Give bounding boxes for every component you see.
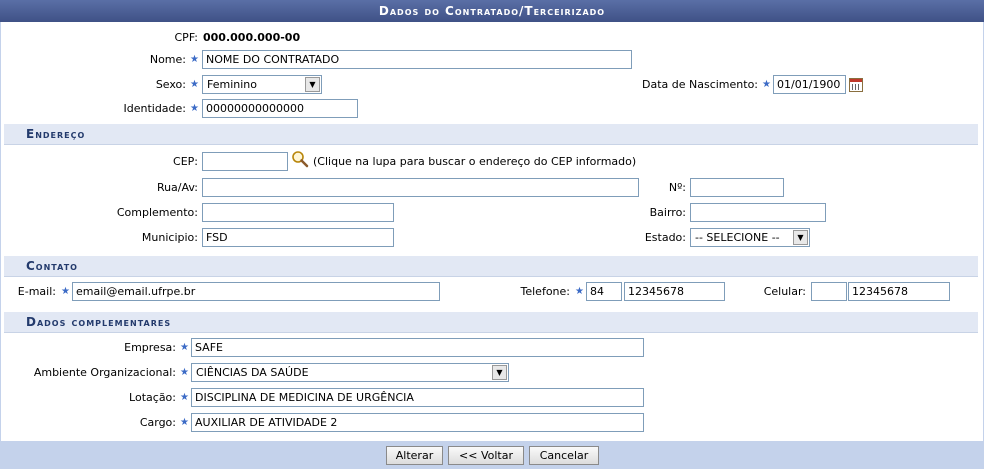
required-star-icon: ★ xyxy=(180,392,189,403)
cep-input[interactable] xyxy=(202,152,288,171)
municipio-input[interactable] xyxy=(202,228,394,247)
required-star-icon: ★ xyxy=(61,286,70,297)
rua-label: Rua/Av: xyxy=(156,181,198,194)
estado-select[interactable]: -- SELECIONE -- ▼ xyxy=(690,228,810,247)
bairro-input[interactable] xyxy=(690,203,826,222)
nascimento-input[interactable] xyxy=(773,75,846,94)
magnifier-icon[interactable] xyxy=(291,150,309,168)
required-star-icon: ★ xyxy=(762,79,771,90)
lotacao-label: Lotação: xyxy=(129,391,176,404)
lotacao-input[interactable] xyxy=(191,388,644,407)
celular-numero-input[interactable] xyxy=(848,282,950,301)
required-star-icon: ★ xyxy=(180,367,189,378)
section-contato: Contato xyxy=(4,256,978,277)
ambiente-label: Ambiente Organizacional: xyxy=(33,366,176,379)
section-dados-complementares: Dados complementares xyxy=(4,312,978,333)
email-label: E-mail: xyxy=(17,285,56,298)
required-star-icon: ★ xyxy=(575,286,584,297)
required-star-icon: ★ xyxy=(190,54,199,65)
numero-label: Nº: xyxy=(668,181,686,194)
empresa-label: Empresa: xyxy=(124,341,176,354)
required-star-icon: ★ xyxy=(190,79,199,90)
estado-selected: -- SELECIONE -- xyxy=(695,231,780,244)
nome-label: Nome: xyxy=(149,53,186,66)
ambiente-select[interactable]: CIÊNCIAS DA SAÚDE ▼ xyxy=(191,363,509,382)
cpf-value: 000.000.000-00 xyxy=(203,31,301,44)
sexo-label: Sexo: xyxy=(155,78,186,91)
telefone-numero-input[interactable] xyxy=(624,282,725,301)
estado-label: Estado: xyxy=(644,231,686,244)
complemento-label: Complemento: xyxy=(116,206,198,219)
required-star-icon: ★ xyxy=(180,342,189,353)
form-title: Dados do Contratado/Terceirizado xyxy=(0,0,984,22)
cep-label: CEP: xyxy=(173,155,198,168)
cep-hint: (Clique na lupa para buscar o endereço d… xyxy=(313,155,637,168)
identidade-label: Identidade: xyxy=(123,102,186,115)
cargo-input[interactable] xyxy=(191,413,644,432)
nome-input[interactable] xyxy=(202,50,632,69)
numero-input[interactable] xyxy=(690,178,784,197)
section-endereco: Endereço xyxy=(4,124,978,145)
chevron-down-icon[interactable]: ▼ xyxy=(492,365,507,380)
required-star-icon: ★ xyxy=(180,417,189,428)
cancelar-button[interactable]: Cancelar xyxy=(529,446,599,465)
ambiente-selected: CIÊNCIAS DA SAÚDE xyxy=(196,366,309,379)
required-star-icon: ★ xyxy=(190,103,199,114)
celular-label: Celular: xyxy=(763,285,806,298)
voltar-button[interactable]: << Voltar xyxy=(448,446,524,465)
cpf-label: CPF: xyxy=(174,31,199,44)
cargo-label: Cargo: xyxy=(139,416,176,429)
nascimento-label: Data de Nascimento: xyxy=(641,78,758,91)
alterar-button[interactable]: Alterar xyxy=(386,446,443,465)
calendar-icon[interactable] xyxy=(849,78,863,92)
sexo-select[interactable]: Feminino ▼ xyxy=(202,75,322,94)
celular-ddd-input[interactable] xyxy=(811,282,847,301)
email-input[interactable] xyxy=(72,282,440,301)
rua-input[interactable] xyxy=(202,178,639,197)
identidade-input[interactable] xyxy=(202,99,358,118)
complemento-input[interactable] xyxy=(202,203,394,222)
sexo-selected: Feminino xyxy=(207,78,257,91)
chevron-down-icon[interactable]: ▼ xyxy=(305,77,320,92)
chevron-down-icon[interactable]: ▼ xyxy=(793,230,808,245)
telefone-label: Telefone: xyxy=(520,285,571,298)
bairro-label: Bairro: xyxy=(649,206,686,219)
empresa-input[interactable] xyxy=(191,338,644,357)
telefone-ddd-input[interactable] xyxy=(586,282,622,301)
municipio-label: Municipio: xyxy=(141,231,198,244)
